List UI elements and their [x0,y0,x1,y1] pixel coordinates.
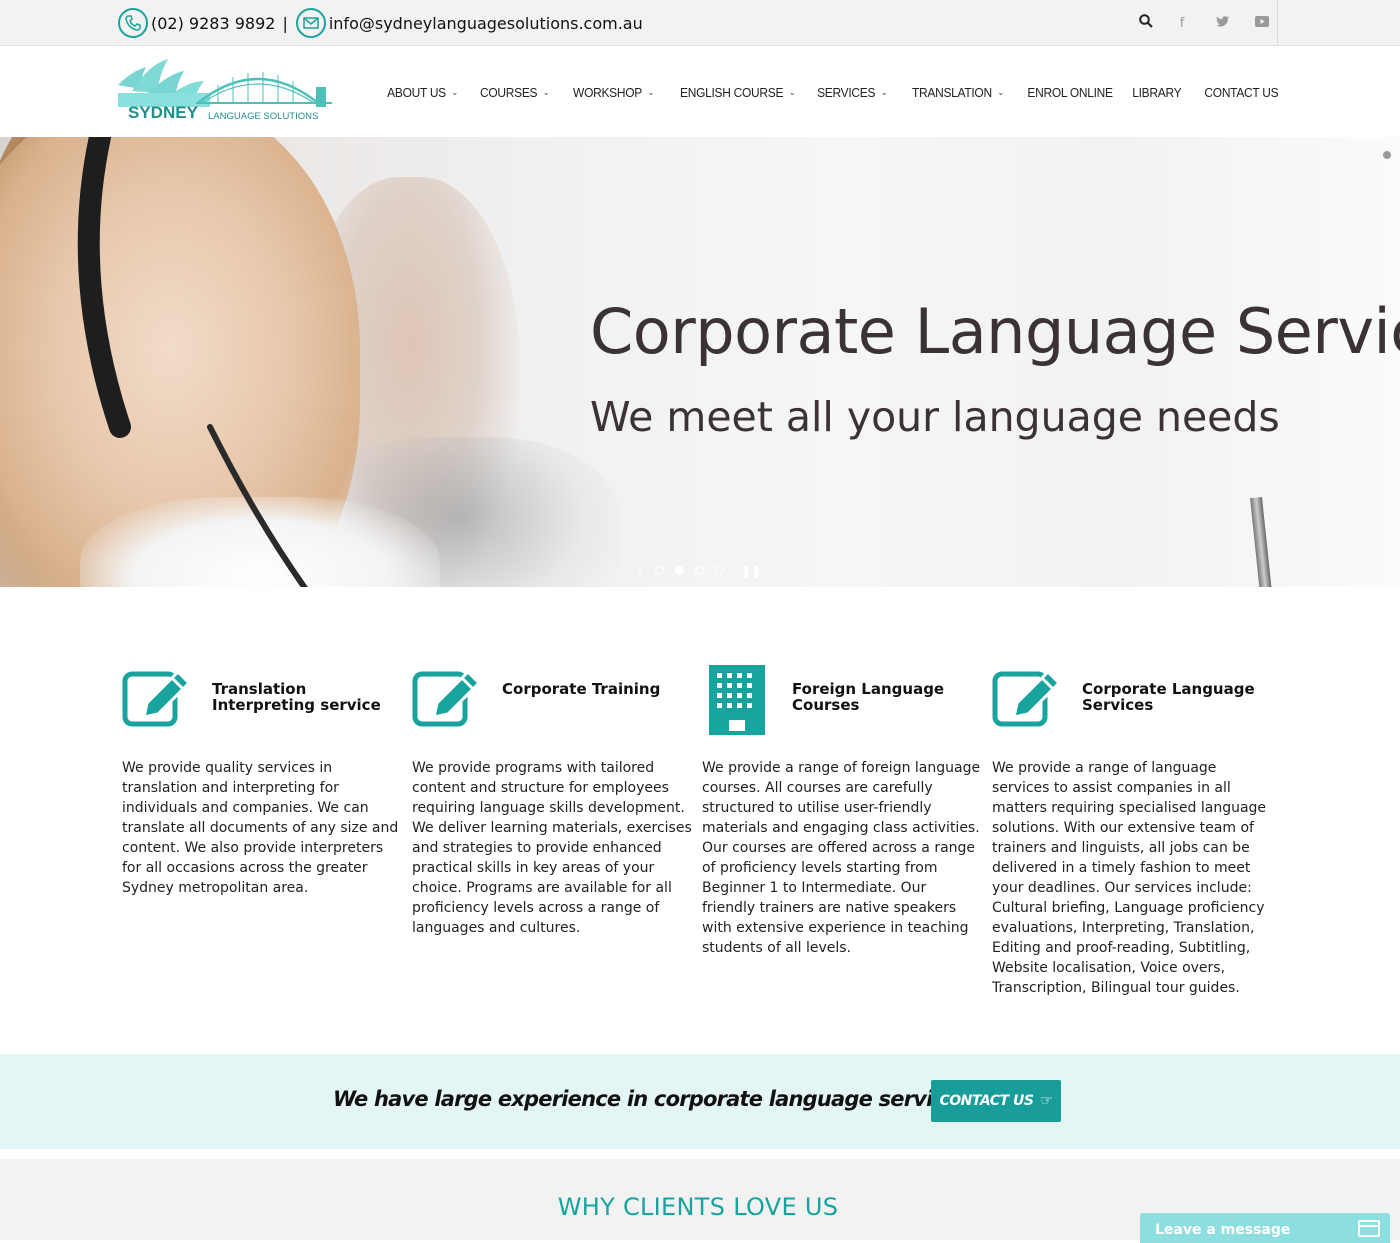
pencil-square-icon [992,667,1082,747]
slide-bullet[interactable] [655,566,665,575]
phone-icon [118,8,148,38]
nav-label: CONTACT US [1204,84,1278,100]
phone-number[interactable]: (02) 9283 9892 [151,14,275,33]
feature-title: Corporate Training [502,680,661,698]
chevron-down-icon: ⌄ [880,86,888,97]
contact-separator: | [282,13,288,33]
slider-controls: › ❚❚ [636,560,761,581]
contact-info: (02) 9283 9892 | info@sydneylanguagesolu… [118,8,643,38]
cta-band: We have large experience in corporate la… [0,1054,1400,1149]
chat-widget[interactable]: Leave a message [1140,1213,1390,1243]
feature-body: We provide a range of foreign language c… [702,760,981,956]
feature-body: We provide quality services in translati… [122,760,399,896]
twitter-icon[interactable] [1202,15,1242,31]
nav-english-course[interactable]: ENGLISH COURSE ⌄ [679,84,796,100]
building-icon [702,665,792,747]
nav-courses[interactable]: COURSES ⌄ [480,84,550,100]
feature-body: We provide a range of language services … [992,760,1267,996]
feature-body: We provide programs with tailored conten… [412,760,692,936]
nav-workshop[interactable]: WORKSHOP ⌄ [573,85,654,100]
nav-enrol-online[interactable]: ENROL ONLINE [1027,84,1113,100]
feature-title: Translation Interpreting service [212,680,381,714]
feature-card: Corporate Language Services We provide a… [992,667,1282,998]
chevron-down-icon: ⌄ [788,86,796,97]
main-nav: ABOUT US ⌄ COURSES ⌄ WORKSHOP ⌄ ENGLISH COU… [365,47,1278,137]
nav-label: ENROL ONLINE [1027,84,1113,100]
top-bar: (02) 9283 9892 | info@sydneylanguagesolu… [0,0,1400,46]
nav-contact-us[interactable]: CONTACT US [1204,85,1278,100]
nav-services[interactable]: SERVICES ⌄ [817,84,888,100]
nav-label: COURSES [480,84,538,100]
mail-icon [295,8,326,38]
features-section: Translation Interpreting service We prov… [122,665,1282,998]
slide-bullet[interactable] [715,566,725,575]
nav-label: LIBRARY [1132,84,1182,100]
feature-title: Corporate Language Services [1082,680,1255,714]
feature-card: Corporate Training We provide programs w… [412,667,702,998]
hand-pointer-icon: ☞ [1040,1093,1053,1109]
chat-label: Leave a message [1155,1222,1291,1238]
chevron-down-icon: ⌄ [451,86,459,97]
contact-us-button[interactable]: CONTACT US ☞ [931,1080,1061,1122]
chat-window-icon[interactable] [1358,1220,1380,1237]
contact-us-label: CONTACT US [939,1093,1034,1109]
pencil-square-icon [122,667,212,747]
email-address[interactable]: info@sydneylanguagesolutions.com.au [329,14,643,33]
logo-name: SYDNEY [128,103,199,122]
nav-label: WORKSHOP [572,84,642,100]
nav-about-us[interactable]: ABOUT US ⌄ [387,85,458,100]
chevron-down-icon: ⌄ [996,86,1004,97]
slide-bullet-active[interactable] [675,566,685,575]
hero-title: Corporate Language Services [590,295,1400,368]
nav-library[interactable]: LIBRARY [1133,85,1182,100]
hero-photo-stand [1250,497,1286,587]
nav-label: ABOUT US [387,84,447,100]
facebook-icon[interactable]: f [1162,16,1202,31]
youtube-icon[interactable] [1242,15,1282,31]
headset-icon [77,137,308,587]
chevron-down-icon: ⌄ [647,86,654,97]
nav-label: SERVICES [817,84,876,100]
feature-card: Foreign Language Courses We provide a ra… [702,665,992,998]
social-links: f [1130,0,1282,46]
slider-indicator[interactable] [1383,151,1391,159]
site-logo[interactable]: SYDNEY LANGUAGE SOLUTIONS [118,59,338,125]
pencil-square-icon [412,667,502,747]
search-icon[interactable] [1130,14,1162,32]
nav-translation[interactable]: TRANSLATION ⌄ [912,85,1004,100]
chevron-down-icon: ⌄ [543,86,550,97]
logo-tagline: LANGUAGE SOLUTIONS [208,111,318,122]
cta-text: We have large experience in corporate la… [333,1087,1032,1111]
next-arrow-icon[interactable]: › [636,560,643,581]
hero-slider: Corporate Language Services We meet all … [0,137,1400,587]
slide-bullet[interactable] [695,566,705,575]
topbar-divider [1277,0,1278,46]
nav-label: TRANSLATION [911,84,992,100]
hero-subtitle: We meet all your language needs [590,393,1280,441]
pause-icon[interactable]: ❚❚ [741,564,761,578]
feature-card: Translation Interpreting service We prov… [122,667,412,998]
feature-title: Foreign Language Courses [792,680,945,714]
nav-label: ENGLISH COURSE [679,84,784,100]
site-header: SYDNEY LANGUAGE SOLUTIONS ABOUT US ⌄ COUR… [0,47,1400,137]
